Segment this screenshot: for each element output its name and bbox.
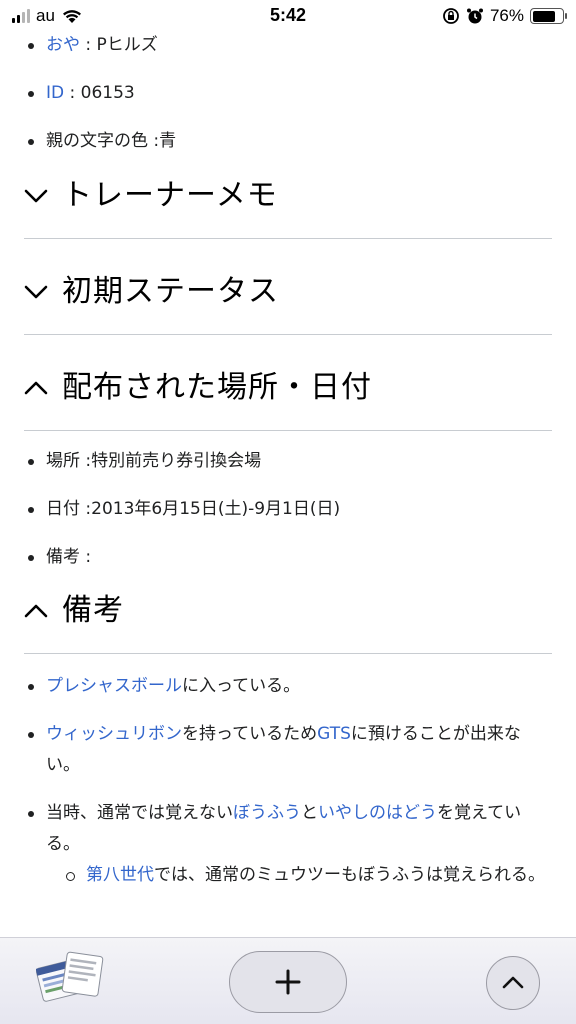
battery-percent: 76% bbox=[489, 6, 524, 25]
chevron-up-icon bbox=[24, 604, 48, 618]
status-right: 76% bbox=[442, 6, 567, 26]
divider bbox=[24, 430, 552, 431]
section-header[interactable]: 初期ステータス bbox=[24, 258, 552, 318]
top-info-list: おや : Pヒルズ ID : 06153 親の文字の色 :青 bbox=[0, 30, 576, 157]
notes-content: プレシャスボールに入っている。 ウィッシュリボンを持っているためGTSに預けるこ… bbox=[0, 671, 576, 891]
section-initial-status[interactable]: 初期ステータス bbox=[24, 258, 552, 318]
status-bar: au 5:42 76% bbox=[0, 0, 576, 34]
link-precious-ball[interactable]: プレシャスボール bbox=[46, 676, 182, 696]
distribution-content: 場所 :特別前売り券引換会場 日付 :2013年6月15日(土)-9月1日(日)… bbox=[0, 446, 576, 590]
link-oya[interactable]: おや bbox=[46, 35, 80, 55]
alarm-icon bbox=[466, 8, 483, 24]
section-title: トレーナーメモ bbox=[62, 178, 278, 213]
list-item: 場所 :特別前売り券引換会場 bbox=[28, 446, 552, 477]
section-header[interactable]: トレーナーメモ bbox=[24, 162, 552, 222]
plus-icon bbox=[275, 969, 301, 995]
list-item: 日付 :2013年6月15日(土)-9月1日(日) bbox=[28, 494, 552, 525]
list-item: 第八世代では、通常のミュウツーもぼうふうは覚えられる。 bbox=[66, 860, 552, 891]
article-content: おや : Pヒルズ ID : 06153 親の文字の色 :青 bbox=[0, 30, 576, 174]
distribution-list: 場所 :特別前売り券引換会場 日付 :2013年6月15日(土)-9月1日(日)… bbox=[0, 446, 576, 573]
notes-list: プレシャスボールに入っている。 ウィッシュリボンを持っているためGTSに預けるこ… bbox=[0, 671, 576, 891]
section-trainer-memo[interactable]: トレーナーメモ bbox=[24, 162, 552, 222]
list-item: ID : 06153 bbox=[28, 78, 552, 109]
list-item: 当時、通常では覚えないぼうふうといやしのはどうを覚えている。 第八世代では、通常… bbox=[28, 798, 552, 891]
list-item: おや : Pヒルズ bbox=[28, 30, 552, 61]
list-item: 備考 : bbox=[28, 542, 552, 573]
scroll-top-button[interactable] bbox=[486, 956, 540, 1010]
new-tab-button[interactable] bbox=[229, 951, 347, 1013]
sub-list: 第八世代では、通常のミュウツーもぼうふうは覚えられる。 bbox=[46, 860, 552, 891]
chevron-up-icon bbox=[502, 976, 524, 989]
link-id[interactable]: ID bbox=[46, 83, 64, 103]
section-distribution[interactable]: 配布された場所・日付 bbox=[24, 354, 552, 414]
link-gen8[interactable]: 第八世代 bbox=[86, 865, 154, 885]
section-header[interactable]: 配布された場所・日付 bbox=[24, 354, 552, 414]
link-gts[interactable]: GTS bbox=[317, 724, 351, 744]
chevron-down-icon bbox=[24, 285, 48, 299]
list-item: プレシャスボールに入っている。 bbox=[28, 671, 552, 702]
list-item: ウィッシュリボンを持っているためGTSに預けることが出来ない。 bbox=[28, 719, 552, 781]
tabs-icon[interactable] bbox=[36, 948, 106, 1008]
section-title: 備考 bbox=[62, 593, 124, 628]
chevron-up-icon bbox=[24, 381, 48, 395]
section-title: 初期ステータス bbox=[62, 274, 279, 309]
list-item: 親の文字の色 :青 bbox=[28, 126, 552, 157]
divider bbox=[24, 238, 552, 239]
battery-icon bbox=[530, 8, 567, 24]
link-iyashinohadou[interactable]: いやしのはどう bbox=[318, 803, 437, 823]
section-title: 配布された場所・日付 bbox=[62, 370, 372, 405]
chevron-down-icon bbox=[24, 189, 48, 203]
divider bbox=[24, 334, 552, 335]
divider bbox=[24, 653, 552, 654]
section-notes[interactable]: 備考 bbox=[24, 577, 552, 637]
orientation-lock-icon bbox=[443, 8, 459, 24]
section-header[interactable]: 備考 bbox=[24, 577, 552, 637]
bottom-toolbar bbox=[0, 937, 576, 1024]
link-wish-ribbon[interactable]: ウィッシュリボン bbox=[46, 724, 182, 744]
link-boufuu[interactable]: ぼうふう bbox=[233, 803, 301, 823]
